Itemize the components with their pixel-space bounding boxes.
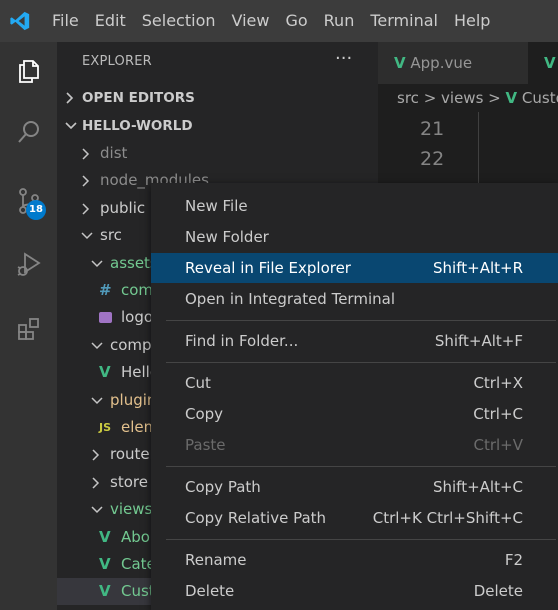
vue-file-icon: V [99,363,111,382]
scm-count-badge: 18 [26,200,46,220]
tree-item-label: com [121,281,154,299]
menu-separator [166,539,556,540]
tree-item-label: router [110,445,156,464]
sidebar-title: EXPLORER [82,54,152,69]
editor-tabs: V App.vue V [378,42,558,84]
menu-item-label: Copy [185,405,224,423]
workspace-label: HELLO-WORLD [82,118,193,134]
menu-item-open-in-integrated-terminal[interactable]: Open in Integrated Terminal [151,284,558,314]
menu-item-label: Paste [185,436,226,454]
menu-item-rename[interactable]: Rename F2 [151,545,558,575]
menu-item-new-folder[interactable]: New Folder [151,222,558,252]
tree-item-label: plugin [110,390,157,409]
tab-active[interactable]: V [528,42,558,84]
vscode-logo-icon [0,0,40,42]
vue-file-icon: V [544,54,556,72]
chevron-right-icon: > [488,89,506,107]
line-number: 22 [420,148,445,170]
menu-item-label: Copy Relative Path [185,509,327,527]
menu-item-shortcut: Shift+Alt+F [434,332,523,350]
menu-separator [166,362,556,363]
menu-item-label: Delete [185,582,235,600]
menu-item-shortcut: Ctrl+X [473,374,523,392]
activity-bar: 18 [0,42,57,610]
workspace-section[interactable]: HELLO-WORLD [57,112,378,140]
menu-item-label: New Folder [185,228,269,246]
run-debug-icon[interactable] [0,235,57,292]
menu-separator [166,466,556,467]
breadcrumb-item[interactable]: views [441,89,483,107]
menu-item-label: Reveal in File Explorer [185,259,351,277]
menu-item-paste: Paste Ctrl+V [151,430,558,460]
menu-view[interactable]: View [224,0,278,42]
menu-item-label: New File [185,197,248,215]
menu-item-shortcut: Ctrl+V [473,436,523,454]
open-editors-label: OPEN EDITORS [82,90,195,106]
chevron-right-icon: > [423,89,442,107]
search-icon[interactable] [0,103,57,160]
vue-file-icon: V [394,54,406,72]
menu-item-reveal-in-file-explorer[interactable]: Reveal in File Explorer Shift+Alt+R [151,253,558,283]
menu-item-copy-path[interactable]: Copy Path Shift+Alt+C [151,472,558,502]
more-actions-icon[interactable]: ··· [335,48,352,69]
explorer-icon[interactable] [0,42,57,99]
tree-item-label: logo [121,308,154,327]
menu-item-label: Find in Folder... [185,332,299,350]
menu-run[interactable]: Run [316,0,363,42]
menu-file[interactable]: File [44,0,87,42]
menu-item-cut[interactable]: Cut Ctrl+X [151,368,558,398]
menu-selection[interactable]: Selection [134,0,224,42]
vue-file-icon: V [99,555,111,573]
tree-item-label: dist [100,144,128,162]
breadcrumb: src > views > V Custo [378,84,558,112]
vue-file-icon: V [505,89,518,107]
menu-separator [166,320,556,321]
menu-item-copy-relative-path[interactable]: Copy Relative Path Ctrl+K Ctrl+Shift+C [151,503,558,533]
css-file-icon: # [99,281,112,299]
extensions-icon[interactable] [0,300,57,357]
menu-terminal[interactable]: Terminal [362,0,446,42]
title-bar: File Edit Selection View Go Run Terminal… [0,0,558,42]
menu-item-shortcut: Shift+Alt+C [432,478,523,496]
menu-item-shortcut: Ctrl+K Ctrl+Shift+C [372,509,523,527]
source-control-icon[interactable] [0,172,57,229]
tree-item-label: views [110,500,153,519]
context-menu: New File New Folder Reveal in File Explore… [151,183,558,610]
image-file-icon [99,304,112,333]
menu-item-label: Rename [185,551,247,569]
tree-item-label: Cust [121,582,155,601]
menu-edit[interactable]: Edit [87,0,134,42]
tree-folder[interactable]: dist [57,140,378,167]
menu-item-shortcut: Ctrl+C [473,405,523,423]
line-number: 21 [420,118,445,140]
menu-item-label: Copy Path [185,478,261,496]
menu-item-label: Cut [185,374,211,392]
vue-file-icon: V [99,527,111,546]
vue-file-icon: V [99,582,111,601]
menu-item-label: Open in Integrated Terminal [185,290,395,308]
menu-item-new-file[interactable]: New File [151,191,558,221]
tree-item-label: public [100,198,146,217]
tab-label: App.vue [410,54,473,72]
open-editors-section[interactable]: OPEN EDITORS [57,84,378,112]
menu-help[interactable]: Help [446,0,498,42]
tree-item-label: src [100,226,122,245]
menu-item-delete[interactable]: Delete Delete [151,576,558,606]
menu-item-shortcut: Delete [473,582,523,600]
menu-go[interactable]: Go [277,0,315,42]
breadcrumb-item[interactable]: Custo [522,89,558,107]
menu-item-shortcut: Shift+Alt+R [433,259,523,277]
breadcrumb-item[interactable]: src [397,89,419,107]
menu-item-find-in-folder[interactable]: Find in Folder... Shift+Alt+F [151,326,558,356]
tab-app-vue[interactable]: V App.vue [378,42,528,84]
js-file-icon: JS [99,421,112,434]
menu-item-copy[interactable]: Copy Ctrl+C [151,399,558,429]
menu-item-shortcut: F2 [504,551,523,569]
tree-item-label: store [110,472,148,491]
